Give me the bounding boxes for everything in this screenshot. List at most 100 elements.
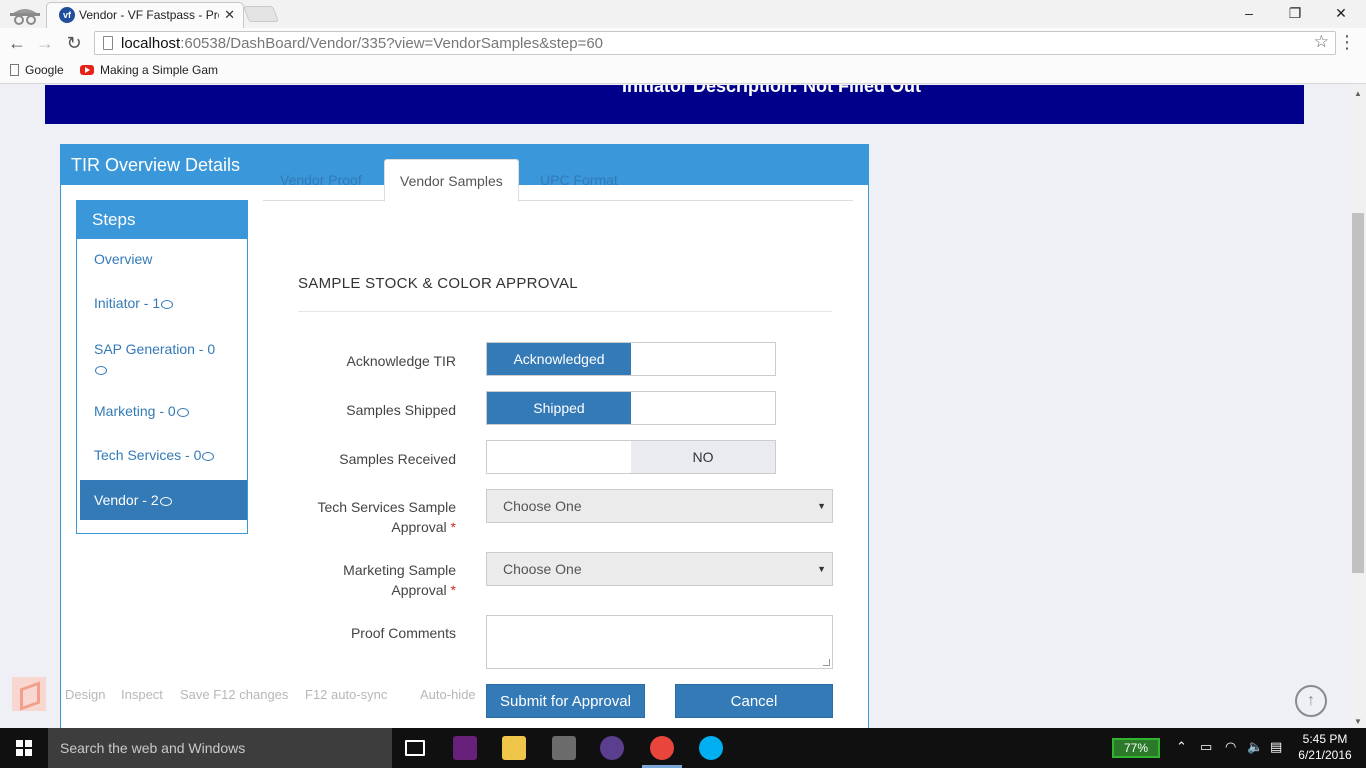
scroll-up-icon[interactable]: ▲ [1354,89,1362,98]
close-tab-icon[interactable]: ✕ [224,7,235,23]
label-line: Marketing Sample [343,562,456,578]
scroll-thumb[interactable] [1352,213,1364,573]
minimize-button[interactable]: – [1226,2,1272,24]
reload-icon[interactable]: ↻ [63,32,85,54]
tab-vendor-samples[interactable]: Vendor Samples [384,159,519,202]
youtube-icon [80,65,94,75]
comments-icon [176,408,189,417]
vs-save-f12-button[interactable]: Save F12 changes [180,687,288,702]
power-icon[interactable]: ▭ [1200,739,1212,755]
comments-icon [161,300,174,309]
acknowledge-toggle[interactable]: Acknowledged [486,342,776,376]
shipped-on[interactable]: Shipped [487,392,631,424]
file-explorer-icon[interactable] [502,736,526,760]
comments-icon [202,452,215,461]
acknowledge-on[interactable]: Acknowledged [487,343,631,375]
samples-shipped-label: Samples Shipped [346,402,456,418]
back-to-top-button[interactable]: ↑ [1295,685,1327,717]
github-icon[interactable] [600,736,624,760]
tab-upc-format[interactable]: UPC Format [525,159,633,201]
task-view-icon[interactable] [405,740,425,756]
notifications-icon[interactable]: ▤ [1270,739,1282,755]
windows-start-icon[interactable] [16,740,32,756]
acknowledge-label: Acknowledge TIR [346,353,456,369]
url-text[interactable]: localhost:60538/DashBoard/Vendor/335?vie… [121,35,603,52]
step-label: Initiator - 1 [94,295,161,311]
clock-date: 6/21/2016 [1298,748,1352,762]
select-value: Choose One [503,498,582,514]
tab-vendor-proof[interactable]: Vendor Proof [265,159,377,201]
bookmark-google[interactable]: Google [10,63,64,77]
address-bar[interactable]: localhost:60538/DashBoard/Vendor/335?vie… [94,31,1336,55]
page-icon [103,36,113,50]
skype-icon[interactable] [699,736,723,760]
page-scrollbar[interactable]: ▲ ▼ [1350,85,1366,728]
panel-tabs: Vendor Proof Vendor Samples UPC Format [263,159,853,202]
tech-approval-select[interactable]: Choose One ▼ [486,489,833,523]
step-tech-services[interactable]: Tech Services - 0 [80,447,247,463]
vs-browser-link-bar: Design Inspect Save F12 changes F12 auto… [0,677,500,717]
browser-toolbar: ← → ↻ localhost:60538/DashBoard/Vendor/3… [0,28,1366,58]
step-vendor[interactable]: Vendor - 2 [80,480,247,520]
bookmarks-bar: Google Making a Simple Gam [0,58,1366,84]
tech-approval-label: Tech Services Sample Approval * [276,497,456,537]
visual-studio-taskbar-icon[interactable] [453,736,477,760]
required-marker: * [450,519,456,535]
volume-icon[interactable]: 🔈 [1247,739,1263,755]
step-label: Overview [94,251,153,267]
close-window-button[interactable]: ✕ [1318,2,1364,24]
vs-inspect-button[interactable]: Inspect [121,687,163,702]
resize-grip-icon[interactable] [823,659,830,666]
bookmark-youtube[interactable]: Making a Simple Gam [80,63,218,77]
samples-received-toggle[interactable]: NO [486,440,776,474]
tools-icon[interactable] [552,736,576,760]
vf-favicon-icon: vf [59,7,75,23]
select-value: Choose One [503,561,582,577]
taskbar-search-box[interactable]: Search the web and Windows [48,728,392,768]
cancel-button[interactable]: Cancel [675,684,833,718]
vs-f12-autosync-toggle[interactable]: F12 auto-sync [305,687,387,702]
browser-tab-active[interactable]: vf Vendor - VF Fastpass - Pro ✕ [46,2,244,28]
chrome-menu-icon[interactable]: ⋮ [1338,32,1356,52]
comments-icon [95,366,107,375]
vs-autohide-toggle[interactable]: Auto-hide [420,687,476,702]
section-divider [298,311,832,312]
chrome-icon[interactable] [650,736,674,760]
samples-shipped-toggle[interactable]: Shipped [486,391,776,425]
initiator-description: Initiator Description: Not Filled Out [622,85,921,96]
restore-button[interactable]: ❐ [1272,2,1318,24]
comments-icon [159,497,172,506]
vs-design-button[interactable]: Design [65,687,105,702]
windows-taskbar: Search the web and Windows 77% ⌃ ▭ ◠ 🔈 ▤… [0,728,1366,768]
wifi-icon[interactable]: ◠ [1225,739,1236,755]
bookmark-star-icon[interactable]: ☆ [1314,32,1329,52]
steps-title: Steps [77,201,247,239]
step-label: Vendor - 2 [94,492,159,508]
scroll-down-icon[interactable]: ▼ [1354,717,1362,726]
received-off[interactable]: NO [631,441,775,473]
proof-comments-textarea[interactable] [486,615,833,669]
step-initiator[interactable]: Initiator - 1 [80,295,247,311]
chevron-up-icon[interactable]: ⌃ [1176,739,1187,755]
step-label: Marketing - 0 [94,403,176,419]
label-line: Approval [391,582,447,598]
marketing-approval-select[interactable]: Choose One ▼ [486,552,833,586]
forward-arrow-icon[interactable]: → [34,32,56,54]
back-arrow-icon[interactable]: ← [6,32,28,54]
marketing-approval-label: Marketing Sample Approval * [276,560,456,600]
submit-for-approval-button[interactable]: Submit for Approval [486,684,645,718]
step-label: Tech Services - 0 [94,447,202,463]
step-sap-generation[interactable]: SAP Generation - 0 [80,339,230,379]
label-line: Tech Services Sample [317,499,456,515]
tir-overview-panel: TIR Overview Details Steps Overview Init… [60,144,869,728]
samples-received-label: Samples Received [339,451,456,467]
battery-indicator[interactable]: 77% [1112,738,1160,758]
taskbar-clock[interactable]: 5:45 PM 6/21/2016 [1290,731,1360,763]
new-tab-button[interactable] [243,6,279,22]
dropdown-caret-icon: ▼ [817,501,826,511]
required-marker: * [450,582,456,598]
browser-tabstrip: vf Vendor - VF Fastpass - Pro ✕ – ❐ ✕ [0,0,1366,28]
step-overview[interactable]: Overview [80,251,247,267]
step-marketing[interactable]: Marketing - 0 [80,403,247,419]
incognito-icon [10,9,40,25]
